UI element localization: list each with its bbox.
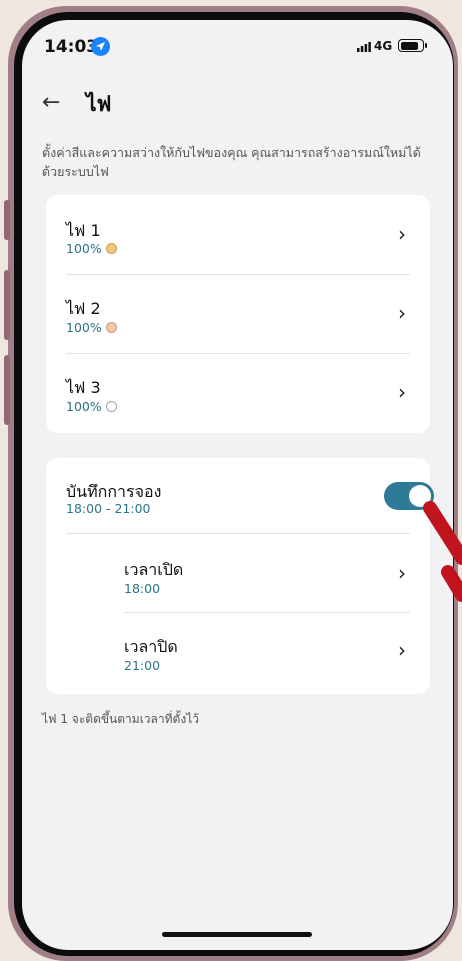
pointer-arrow-icon xyxy=(423,501,462,602)
